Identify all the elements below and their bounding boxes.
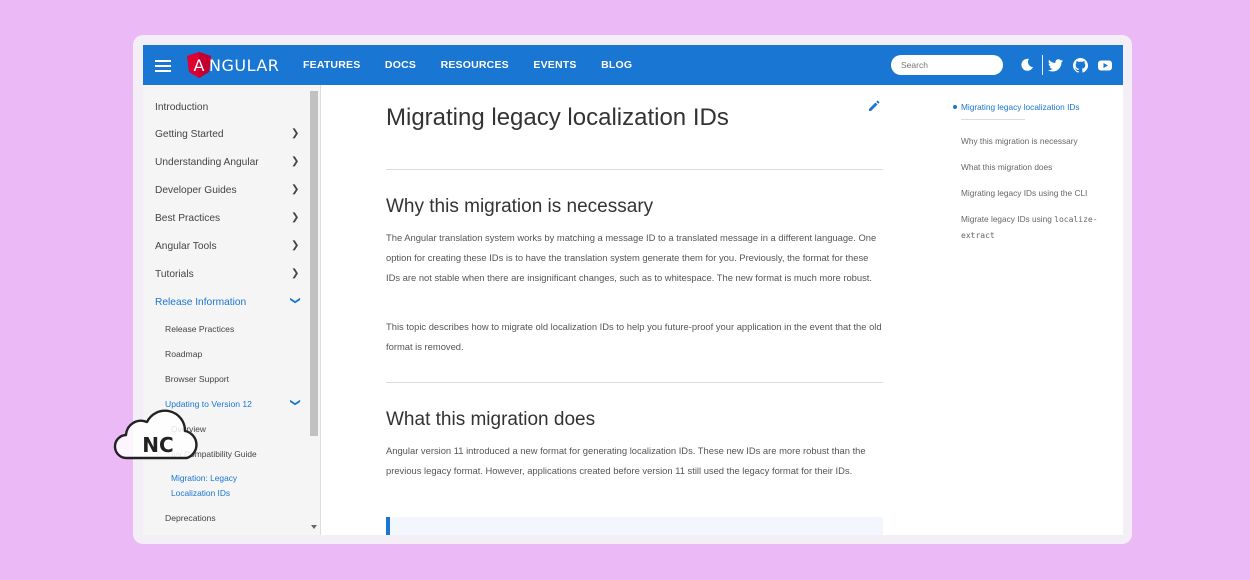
chevron-down-icon: ❯: [289, 296, 301, 305]
sidebar-item-deprecations[interactable]: Deprecations: [165, 513, 216, 523]
main-content: Migrating legacy localization IDs Why th…: [386, 85, 883, 535]
section-heading-what: What this migration does: [386, 409, 596, 430]
sidebar-item-migration-legacy[interactable]: Migration: Legacy: [171, 473, 237, 483]
main-nav: FEATURES DOCS RESOURCES EVENTS BLOG: [303, 45, 657, 85]
chevron-right-icon: ❯: [291, 240, 300, 251]
sidebar-item-tutorials[interactable]: Tutorials: [155, 269, 194, 280]
toc-item-migrating[interactable]: Migrating legacy localization IDs: [961, 102, 1080, 112]
toc-item-localize-extract[interactable]: Migrate legacy IDs using localize-: [961, 214, 1098, 224]
nav-resources[interactable]: RESOURCES: [441, 59, 509, 71]
toolbar-divider: [1042, 55, 1043, 75]
section-heading-why: Why this migration is necessary: [386, 196, 654, 217]
search-input[interactable]: [891, 55, 1003, 75]
nc-cloud-logo: NC: [113, 409, 198, 460]
paragraph: Angular version 11 introduced a new form…: [386, 445, 866, 476]
browser-window: A NGULAR FEATURES DOCS RESOURCES EVENTS …: [143, 45, 1123, 535]
top-toolbar: A NGULAR FEATURES DOCS RESOURCES EVENTS …: [143, 45, 1123, 85]
sidebar-item-browser-support[interactable]: Browser Support: [165, 374, 229, 384]
sidebar-nav: Introduction Getting Started ❯ Understan…: [143, 85, 321, 535]
toc-code: extract: [961, 231, 995, 240]
page-title: Migrating legacy localization IDs: [386, 104, 729, 131]
chevron-right-icon: ❯: [291, 128, 300, 139]
section-divider: [386, 169, 883, 170]
nav-docs[interactable]: DOCS: [385, 59, 416, 71]
toc-active-indicator: [953, 105, 957, 109]
callout-box: [386, 517, 883, 535]
chevron-right-icon: ❯: [291, 156, 300, 167]
chevron-right-icon: ❯: [291, 184, 300, 195]
toc-item-what[interactable]: What this migration does: [961, 162, 1052, 172]
toc-item-cli[interactable]: Migrating legacy IDs using the CLI: [961, 188, 1087, 198]
sidebar-item-understanding-angular[interactable]: Understanding Angular: [155, 157, 259, 168]
toc-code: localize-: [1054, 215, 1098, 224]
toc-divider: [961, 119, 1025, 120]
sidebar-item-developer-guides[interactable]: Developer Guides: [155, 185, 237, 196]
nav-features[interactable]: FEATURES: [303, 59, 360, 71]
section-divider: [386, 382, 883, 383]
angular-logo[interactable]: A NGULAR: [187, 51, 279, 79]
chevron-down-icon: ❯: [289, 398, 301, 407]
logo-text: NGULAR: [209, 55, 280, 75]
twitter-icon[interactable]: [1045, 55, 1065, 75]
edit-pencil-icon[interactable]: [868, 99, 880, 117]
sidebar-item-roadmap[interactable]: Roadmap: [165, 349, 202, 359]
paragraph: The Angular translation system works by …: [386, 232, 877, 283]
nav-blog[interactable]: BLOG: [601, 59, 632, 71]
github-icon[interactable]: [1070, 55, 1090, 75]
toc-item-label: Migrate legacy IDs using: [961, 214, 1052, 224]
sidebar-item-angular-tools[interactable]: Angular Tools: [155, 241, 217, 252]
chevron-right-icon: ❯: [291, 268, 300, 279]
youtube-icon[interactable]: [1095, 55, 1115, 75]
svg-text:A: A: [194, 56, 205, 75]
sidebar-scrollbar[interactable]: [310, 91, 318, 436]
nav-events[interactable]: EVENTS: [533, 59, 576, 71]
paragraph: This topic describes how to migrate old …: [386, 321, 882, 352]
toc-item-why[interactable]: Why this migration is necessary: [961, 136, 1078, 146]
hamburger-menu-icon[interactable]: [155, 57, 171, 73]
sidebar-item-release-practices[interactable]: Release Practices: [165, 324, 234, 334]
sidebar-item-introduction[interactable]: Introduction: [155, 102, 208, 113]
scroll-down-arrow-icon[interactable]: [311, 525, 317, 529]
toolbar-icons: [1017, 55, 1120, 75]
sidebar-item-release-information[interactable]: Release Information: [155, 297, 246, 308]
angular-shield-icon: A: [187, 52, 211, 78]
sidebar-item-getting-started[interactable]: Getting Started: [155, 129, 224, 140]
chevron-right-icon: ❯: [291, 212, 300, 223]
toc-item-localize-extract-cont[interactable]: extract: [961, 230, 995, 240]
moon-icon[interactable]: [1017, 55, 1037, 75]
sidebar-item-localization-ids[interactable]: Localization IDs: [171, 488, 230, 498]
sidebar-item-best-practices[interactable]: Best Practices: [155, 213, 220, 224]
svg-text:NC: NC: [142, 433, 173, 457]
